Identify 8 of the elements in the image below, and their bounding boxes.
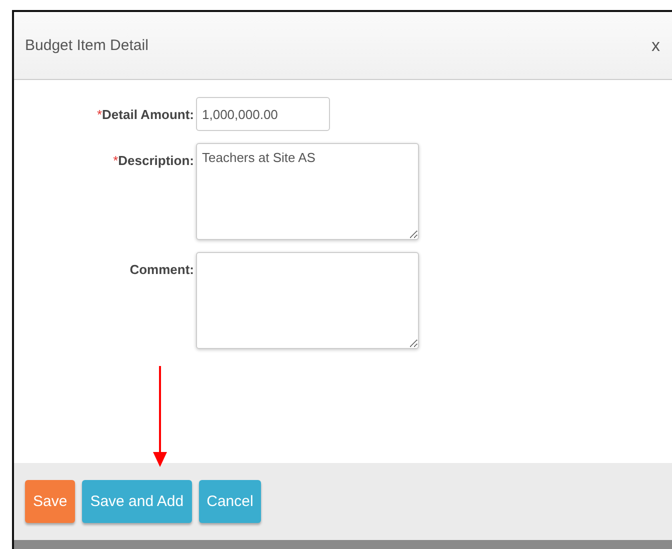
text-area[interactable]: [196, 252, 419, 349]
dialog-title: Budget Item Detail: [25, 37, 148, 54]
field-label: *Detail Amount:: [96, 106, 194, 122]
input-field[interactable]: 1,000,000.00: [196, 97, 330, 131]
field-label: *Description:: [112, 152, 194, 168]
field-label: Comment:: [128, 261, 194, 277]
close-button[interactable]: x: [652, 36, 660, 56]
text-area[interactable]: Teachers at Site AS: [196, 143, 419, 240]
